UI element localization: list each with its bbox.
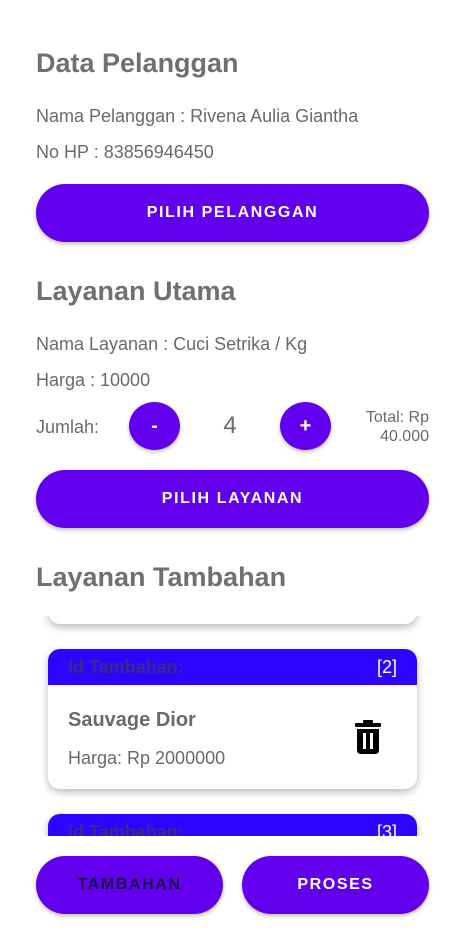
main-service-name: Nama Layanan : Cuci Setrika / Kg (36, 334, 308, 354)
card-header: Id Tambahan: [3] (48, 814, 417, 836)
choose-service-button[interactable]: PILIH LAYANAN (36, 470, 429, 528)
additional-service-list[interactable]: Id Tambahan: [2] Sauvage Dior Harga: Rp … (0, 616, 465, 836)
card-id-value: [2] (376, 656, 397, 677)
trash-icon[interactable] (352, 719, 384, 755)
card-id-label: Id Tambahan: (68, 656, 184, 677)
list-item[interactable]: Id Tambahan: [2] Sauvage Dior Harga: Rp … (48, 649, 417, 789)
decrease-quantity-button[interactable]: - (129, 402, 180, 450)
additional-service-section-title: Layanan Tambahan (36, 562, 287, 592)
card-id-value: [3] (376, 821, 397, 837)
card-header: Id Tambahan: [2] (48, 649, 417, 685)
total-price-label: Total: Rp (365, 409, 429, 426)
additional-service-price: Harga: Rp 2000000 (68, 748, 226, 768)
total-price: Total: Rp 40.000 (340, 408, 429, 446)
main-service-price: Harga : 10000 (36, 370, 151, 390)
list-item[interactable] (48, 616, 417, 624)
increase-quantity-button[interactable]: + (280, 402, 331, 450)
quantity-value: 4 (223, 412, 237, 439)
list-item[interactable]: Id Tambahan: [3] (48, 814, 417, 836)
total-price-value: 40.000 (380, 428, 429, 445)
add-extra-button[interactable]: TAMBAHAN (36, 856, 223, 914)
customer-section-title: Data Pelanggan (36, 48, 239, 78)
quantity-label: Jumlah: (36, 417, 100, 437)
additional-service-name: Sauvage Dior (68, 709, 196, 731)
choose-customer-button[interactable]: PILIH PELANGGAN (36, 184, 429, 242)
customer-phone: No HP : 83856946450 (36, 142, 214, 162)
customer-name: Nama Pelanggan : Rivena Aulia Giantha (36, 106, 359, 126)
process-button[interactable]: PROSES (242, 856, 429, 914)
card-id-label: Id Tambahan: (68, 821, 184, 837)
main-service-section-title: Layanan Utama (36, 276, 236, 306)
